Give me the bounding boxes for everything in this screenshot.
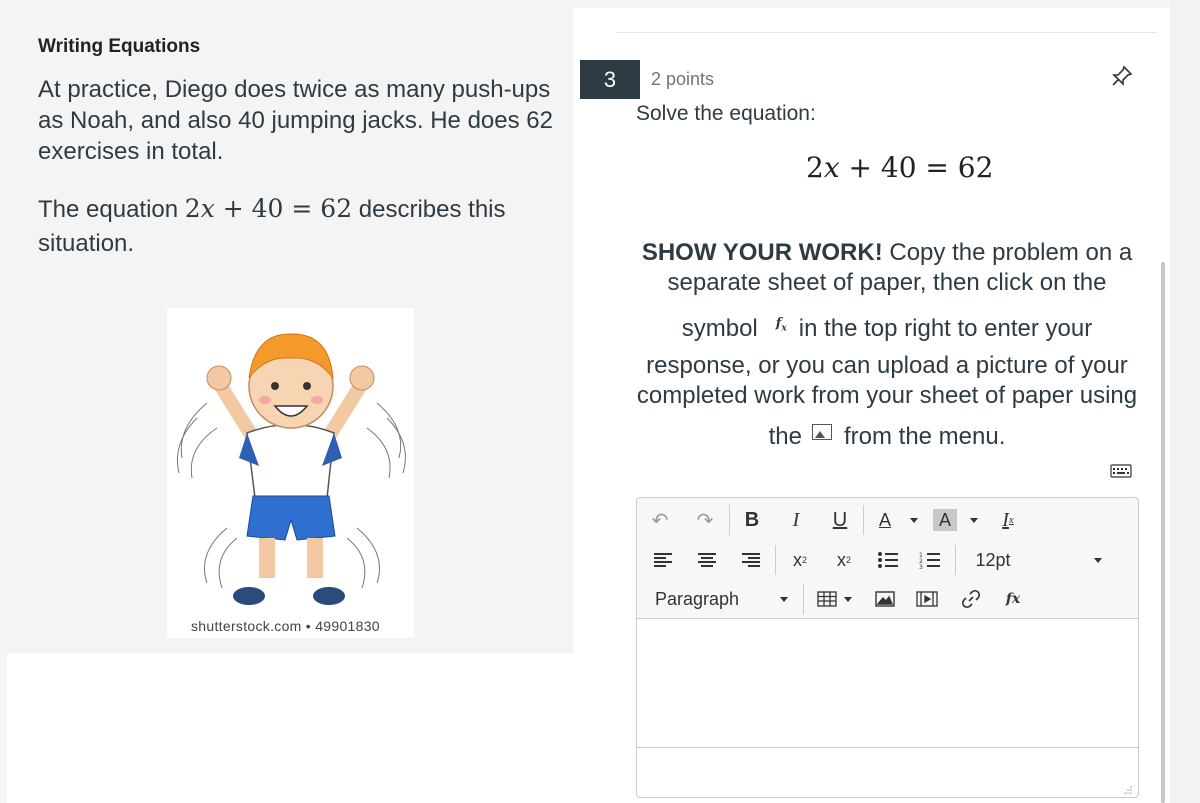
block-format-dropdown[interactable] <box>777 584 791 614</box>
align-right-icon[interactable] <box>739 545 763 575</box>
instructions-line2: separate sheet of paper, then click on t… <box>667 269 1107 296</box>
scroll-strip <box>1170 0 1200 803</box>
equation-prefix: The equation <box>38 196 185 223</box>
jumping-jacks-illustration <box>167 308 414 638</box>
rich-text-editor: ↶ ↷ B I U A A Ix x2 x2 123 12pt Paragrap… <box>636 497 1139 798</box>
equation-fx-button[interactable]: fx <box>1001 584 1025 614</box>
question-equation: 2x + 40 = 62 <box>806 151 994 184</box>
table-icon[interactable] <box>815 584 839 614</box>
background-color-dropdown[interactable] <box>967 505 981 535</box>
scrollbar[interactable] <box>1161 262 1165 803</box>
toolbar-separator <box>803 584 804 614</box>
bold-button[interactable]: B <box>739 505 765 535</box>
instructions-line1: Copy the problem on a <box>882 239 1133 266</box>
text-color-dropdown[interactable] <box>907 505 921 535</box>
image-caption: shutterstock.com • 49901830 <box>191 618 380 634</box>
font-size-dropdown[interactable] <box>1091 545 1105 575</box>
image-upload-icon[interactable] <box>873 584 897 614</box>
redo-icon[interactable]: ↷ <box>692 505 718 535</box>
passage-paragraph: At practice, Diego does twice as many pu… <box>38 76 553 165</box>
resize-handle-icon[interactable] <box>1122 783 1132 794</box>
instructions-emphasis: SHOW YOUR WORK! <box>641 239 883 266</box>
answer-text-area[interactable] <box>637 619 1138 748</box>
subscript-icon[interactable]: x2 <box>831 545 857 575</box>
superscript-icon[interactable]: x2 <box>787 545 813 575</box>
toolbar-separator <box>775 545 776 575</box>
fx-icon: fx <box>775 316 787 334</box>
font-size-select[interactable]: 12pt <box>971 545 1015 575</box>
keyboard-icon[interactable] <box>1110 463 1132 479</box>
italic-button[interactable]: I <box>783 505 809 535</box>
toolbar-separator <box>729 505 730 535</box>
instructions-line6-after: from the menu. <box>843 423 1006 450</box>
pin-icon[interactable] <box>1110 64 1134 88</box>
background-color-button[interactable]: A <box>933 509 957 531</box>
media-icon[interactable] <box>915 584 939 614</box>
block-format-select[interactable]: Paragraph <box>655 584 745 614</box>
instructions-line5: completed work from your sheet of paper … <box>636 382 1138 409</box>
toolbar-separator <box>955 545 956 575</box>
question-number: 3 <box>580 60 640 99</box>
instructions-line3-after: in the top right to enter your <box>798 315 1093 342</box>
question-instructions: SHOW YOUR WORK! Copy the problem on a se… <box>632 238 1142 459</box>
align-center-icon[interactable] <box>695 545 719 575</box>
svg-text:3: 3 <box>919 564 923 569</box>
boy-jumping-jacks-image <box>177 333 406 605</box>
instructions-line4: response, or you can upload a picture of… <box>646 352 1128 379</box>
align-left-icon[interactable] <box>651 545 675 575</box>
underline-button[interactable]: U <box>827 505 853 535</box>
bullet-list-icon[interactable] <box>875 545 901 575</box>
divider <box>617 32 1157 33</box>
instructions-line6-before: the <box>768 423 802 450</box>
passage-title: Writing Equations <box>38 36 201 57</box>
clear-formatting-icon[interactable]: Ix <box>995 505 1021 535</box>
image-icon <box>811 424 832 440</box>
undo-icon[interactable]: ↶ <box>647 505 673 535</box>
toolbar-separator <box>863 505 864 535</box>
table-dropdown[interactable] <box>841 584 855 614</box>
editor-toolbar: ↶ ↷ B I U A A Ix x2 x2 123 12pt Paragrap… <box>637 498 1138 619</box>
link-icon[interactable] <box>959 584 983 614</box>
instructions-line3-before: symbol <box>681 315 758 342</box>
text-color-button[interactable]: A <box>873 505 897 535</box>
question-prompt: Solve the equation: <box>636 102 816 125</box>
question-points: 2 points <box>651 69 715 89</box>
numbered-list-icon[interactable]: 123 <box>917 545 943 575</box>
passage-equation: 2x + 40 = 62 <box>184 194 353 223</box>
passage-equation-paragraph: The equation 2x + 40 = 62 describes this… <box>38 192 538 261</box>
